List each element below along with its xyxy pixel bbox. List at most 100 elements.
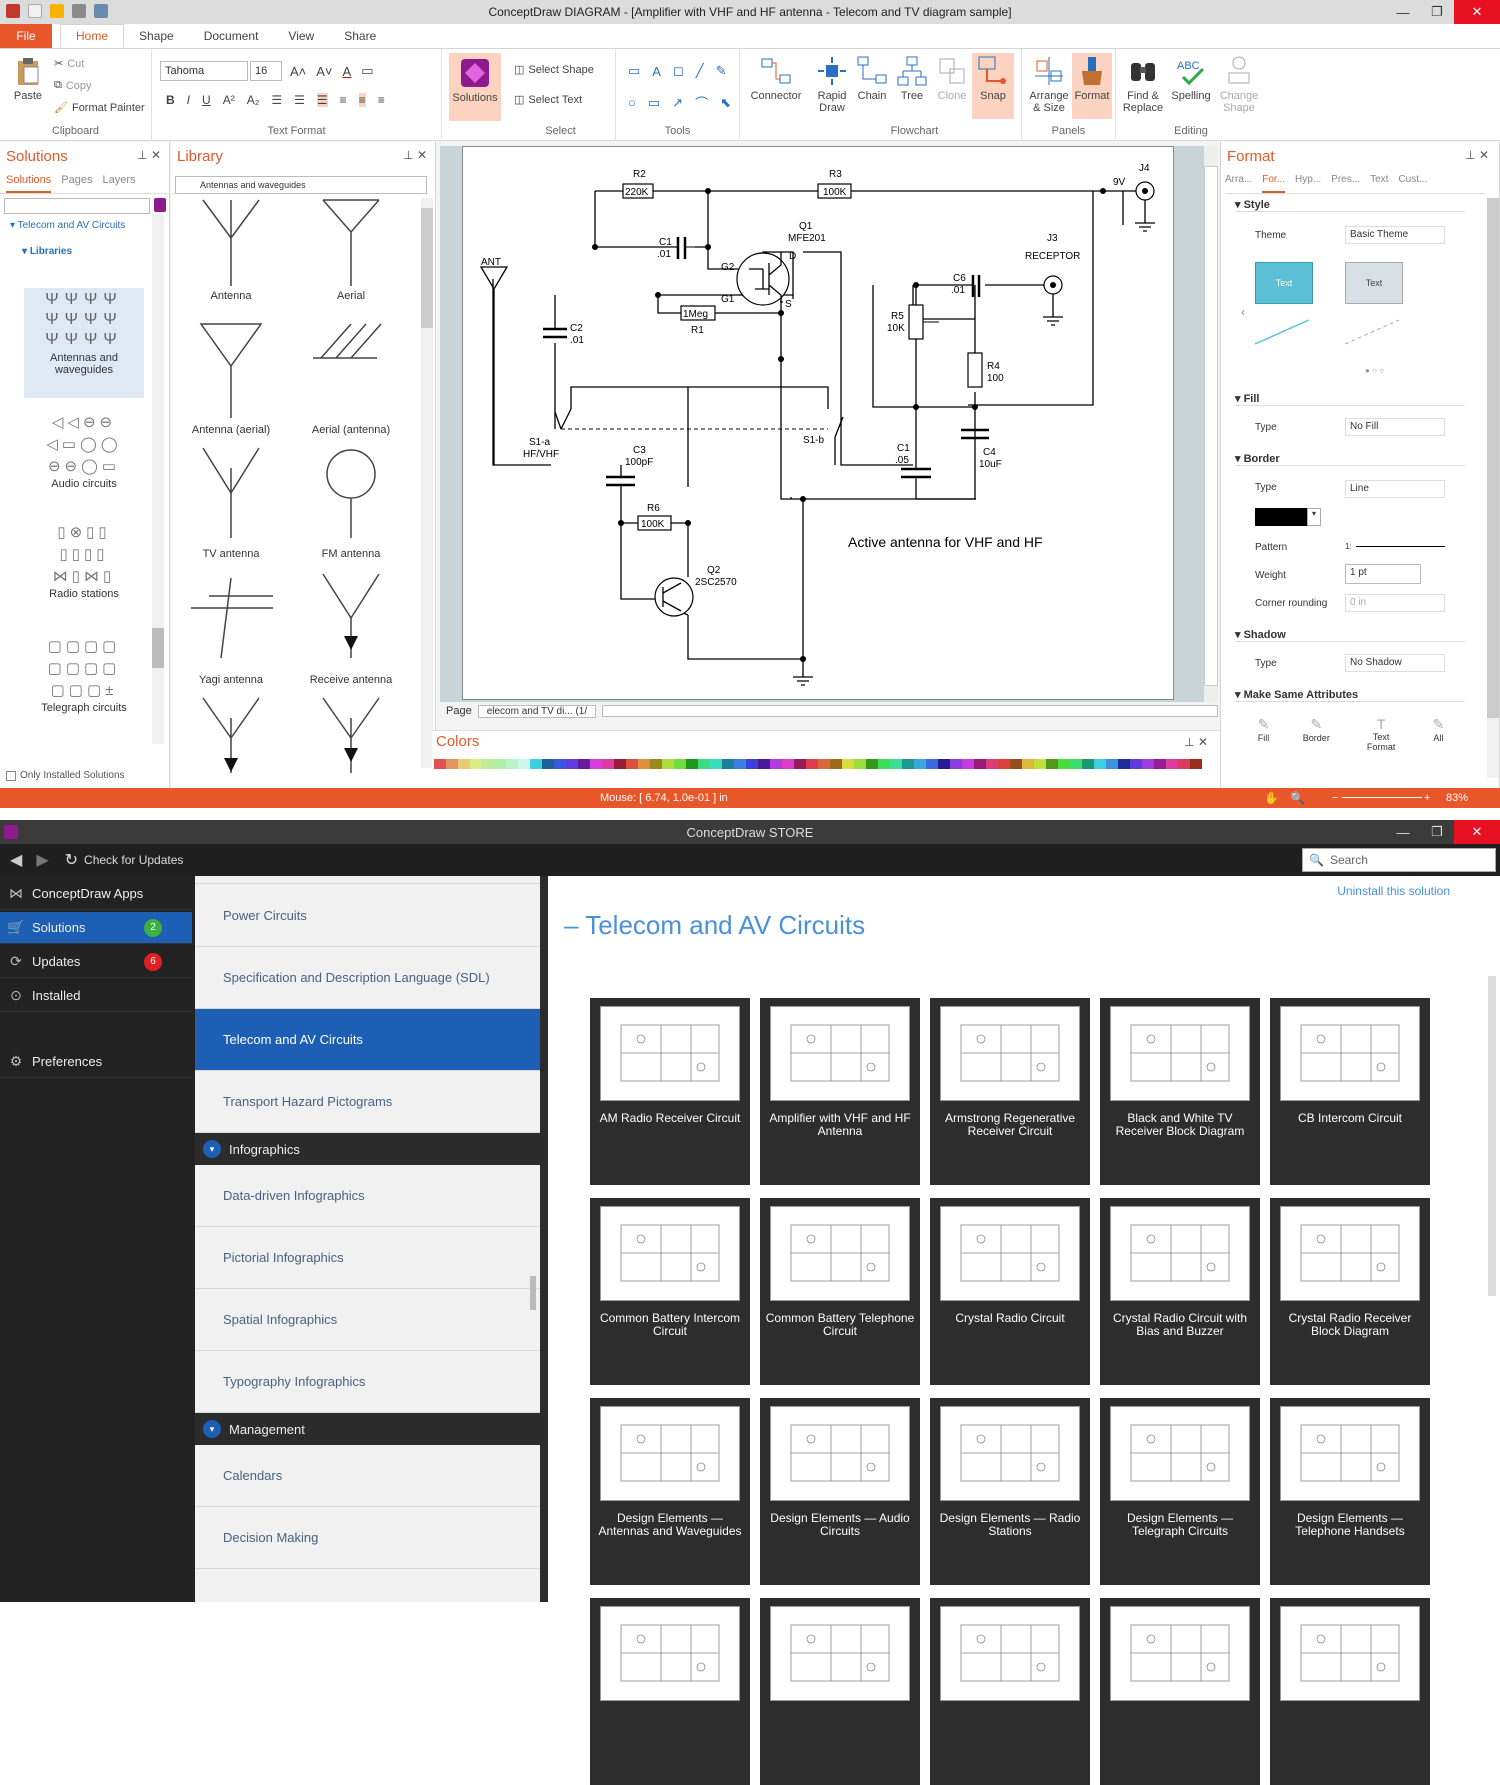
c1-capacitor[interactable] xyxy=(676,237,687,259)
tree-button[interactable]: Tree xyxy=(892,55,932,102)
format-pin-close[interactable]: ⊥ ✕ xyxy=(1465,148,1489,162)
list-scrollbar[interactable] xyxy=(530,1276,536,1310)
chain-button[interactable]: Chain xyxy=(852,55,892,102)
color-swatch[interactable] xyxy=(542,759,554,769)
sample-tile[interactable]: AM Radio Receiver Circuit xyxy=(590,998,750,1185)
fill-type-select[interactable]: No Fill xyxy=(1345,418,1445,436)
color-swatch[interactable] xyxy=(590,759,602,769)
sample-tile[interactable] xyxy=(1270,1598,1430,1785)
sample-tile[interactable]: Crystal Radio Receiver Block Diagram xyxy=(1270,1198,1430,1385)
color-swatch[interactable] xyxy=(554,759,566,769)
color-swatch[interactable] xyxy=(710,759,722,769)
sample-tile[interactable]: Crystal Radio Circuit with Bias and Buzz… xyxy=(1100,1198,1260,1385)
color-swatch[interactable] xyxy=(650,759,662,769)
spelling-button[interactable]: ABC Spelling xyxy=(1168,55,1214,102)
library-pin-close[interactable]: ⊥ ✕ xyxy=(403,148,427,162)
image-tool-icon[interactable]: ▭ xyxy=(648,95,660,111)
color-swatch[interactable] xyxy=(1046,759,1058,769)
fm-antenna-shape[interactable] xyxy=(326,449,376,499)
detail-scrollbar[interactable] xyxy=(1488,976,1496,1296)
open-icon[interactable] xyxy=(50,4,64,18)
superscript-icon[interactable]: A² xyxy=(223,93,235,107)
color-swatch[interactable] xyxy=(998,759,1010,769)
font-color-icon[interactable]: A xyxy=(343,64,352,79)
tab-layers[interactable]: Layers xyxy=(102,174,135,193)
drawing-page[interactable]: R2 220K R3 100K J4 9V Q1 MFE201 C1 .01 G… xyxy=(462,146,1174,700)
style-section[interactable]: ▾ Style xyxy=(1235,198,1465,212)
find-replace-button[interactable]: Find & Replace xyxy=(1120,55,1166,114)
clone-button[interactable]: Clone xyxy=(932,55,972,102)
color-swatch[interactable] xyxy=(698,759,710,769)
color-swatch[interactable] xyxy=(638,759,650,769)
color-swatch[interactable] xyxy=(530,759,542,769)
color-swatch[interactable] xyxy=(854,759,866,769)
color-swatch[interactable] xyxy=(1070,759,1082,769)
bold-icon[interactable]: B xyxy=(166,93,175,107)
list-item[interactable]: Spatial Infographics xyxy=(195,1289,540,1351)
color-swatch[interactable] xyxy=(602,759,614,769)
grow-font-icon[interactable]: A˄ xyxy=(290,64,306,79)
color-swatch[interactable] xyxy=(794,759,806,769)
shadow-type-select[interactable]: No Shadow xyxy=(1345,654,1445,672)
c2-capacitor[interactable] xyxy=(543,327,567,339)
arrange-size-button[interactable]: Arrange & Size xyxy=(1026,55,1072,114)
color-swatch[interactable] xyxy=(770,759,782,769)
list-item[interactable]: Pictorial Infographics xyxy=(195,1227,540,1289)
theme-select[interactable]: Basic Theme xyxy=(1345,226,1445,244)
color-swatch[interactable] xyxy=(662,759,674,769)
align-center-icon[interactable]: ☰ xyxy=(294,93,305,107)
tree-libraries[interactable]: ▾ Libraries xyxy=(22,246,72,257)
list-item[interactable]: Decision Making xyxy=(195,1507,540,1569)
underline-icon[interactable]: U xyxy=(202,93,211,107)
solutions-search-icon[interactable] xyxy=(154,198,166,212)
print-icon[interactable] xyxy=(94,4,108,18)
back-icon[interactable]: ◀ xyxy=(10,850,22,870)
color-swatch[interactable] xyxy=(458,759,470,769)
tab-view[interactable]: View xyxy=(273,24,329,48)
sample-tile[interactable] xyxy=(930,1598,1090,1785)
tab-text[interactable]: Text xyxy=(1370,174,1388,193)
color-swatch[interactable] xyxy=(842,759,854,769)
zoom-in-icon[interactable]: + xyxy=(1424,792,1430,804)
tab-solutions[interactable]: Solutions xyxy=(6,174,52,193)
refresh-icon[interactable]: ↻ xyxy=(65,850,78,870)
store-close-button[interactable]: ✕ xyxy=(1454,820,1500,844)
tab-home[interactable]: Home xyxy=(60,24,125,48)
q2-transistor[interactable] xyxy=(654,577,694,617)
tab-format[interactable]: For... xyxy=(1262,174,1286,193)
library-antennas[interactable]: ΨΨΨΨ ΨΨΨΨ ΨΨΨΨ Antennas and waveguides xyxy=(24,288,144,398)
color-swatch[interactable] xyxy=(818,759,830,769)
sample-tile[interactable]: CB Intercom Circuit xyxy=(1270,998,1430,1185)
color-swatch[interactable] xyxy=(1094,759,1106,769)
list-item[interactable]: Calendars xyxy=(195,1445,540,1507)
store-minimize-button[interactable]: — xyxy=(1386,820,1420,844)
sample-tile[interactable]: Amplifier with VHF and HF Antenna xyxy=(760,998,920,1185)
connector-button[interactable]: Connector xyxy=(748,55,804,102)
uninstall-link[interactable]: Uninstall this solution xyxy=(1337,884,1450,898)
sample-tile[interactable] xyxy=(590,1598,750,1785)
color-swatch[interactable] xyxy=(974,759,986,769)
nav-updates[interactable]: ⟳ Updates 6 xyxy=(0,946,192,978)
list-item[interactable]: Specification and Description Language (… xyxy=(195,947,540,1009)
color-swatch[interactable] xyxy=(1058,759,1070,769)
select-shape-button[interactable]: ◫ Select Shape xyxy=(514,63,594,77)
solutions-button[interactable]: Solutions xyxy=(449,53,501,121)
sample-tile[interactable]: Design Elements — Audio Circuits xyxy=(760,1398,920,1585)
solutions-search-input[interactable] xyxy=(4,198,150,214)
nav-conceptdraw-apps[interactable]: ⋈ ConceptDraw Apps xyxy=(0,878,192,910)
copy-button[interactable]: ⧉ Copy xyxy=(54,79,92,92)
library-radio[interactable]: ▯⊗▯▯ ▯▯▯▯ ⋈▯⋈▯ Radio stations xyxy=(24,522,144,618)
sample-tile[interactable]: Design Elements — Antennas and Waveguide… xyxy=(590,1398,750,1585)
list-item[interactable]: Typography Infographics xyxy=(195,1351,540,1413)
nav-solutions[interactable]: 🛒 Solutions 2 xyxy=(0,912,192,944)
category-infographics[interactable]: ▾ Infographics xyxy=(195,1133,540,1165)
color-swatch[interactable] xyxy=(782,759,794,769)
hand-icon[interactable]: ✋ xyxy=(1264,791,1279,805)
color-swatch[interactable] xyxy=(1190,759,1202,769)
store-restore-button[interactable]: ❐ xyxy=(1420,820,1454,844)
file-menu[interactable]: File xyxy=(0,24,52,48)
tab-share[interactable]: Share xyxy=(329,24,391,48)
italic-icon[interactable]: I xyxy=(187,93,190,107)
align-right-icon[interactable]: ☰ xyxy=(316,93,328,107)
sample-tile[interactable]: Common Battery Intercom Circuit xyxy=(590,1198,750,1385)
